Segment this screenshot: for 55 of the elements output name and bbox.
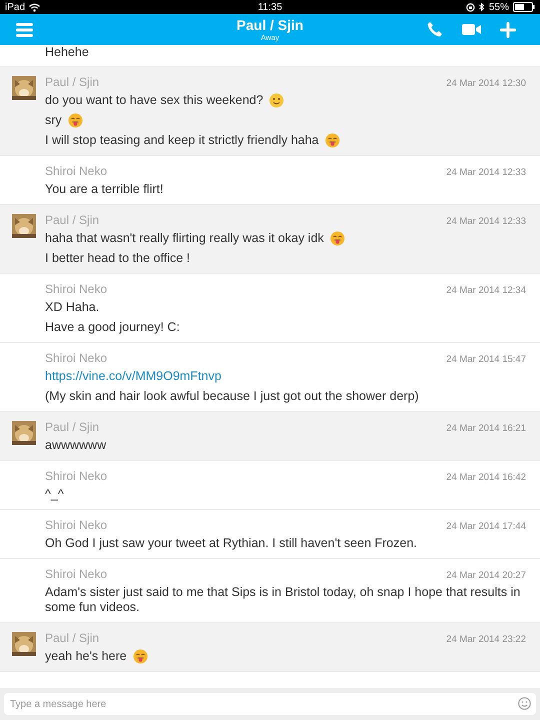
sender-name: Shiroi Neko [45,468,108,485]
battery-percent: 55% [488,2,509,12]
message-text: sry [45,113,62,128]
sender-name: Shiroi Neko [45,281,108,298]
message-text: I will stop teasing and keep it strictly friendly haha [45,133,319,148]
sender-name: Shiroi Neko [45,350,108,367]
sender-name: Paul / Sjin [45,630,100,647]
sender-name: Shiroi Neko [45,517,108,534]
sender-name: Paul / Sjin [45,419,100,436]
tongue-emoji-icon [132,649,148,664]
rotation-lock-icon [466,2,475,12]
message-time: 24 Mar 2014 12:33 [446,215,526,229]
message-time: 24 Mar 2014 12:34 [446,284,526,298]
sender-name: Paul / Sjin [45,212,100,229]
sender-name: Shiroi Neko [45,566,108,583]
device-name: iPad [5,2,26,12]
contact-name: Paul / Sjin [236,18,304,32]
message-text: You are a terrible flirt! [45,182,164,197]
clock-time: 11:35 [258,2,282,12]
wifi-icon [29,2,40,12]
message-link[interactable]: https://vine.co/v/MM9O9mFtnvp [45,369,222,384]
message-time: 24 Mar 2014 16:21 [446,422,526,436]
sender-name: Shiroi Neko [45,163,108,180]
message-text: (My skin and hair look awful because I just got out the shower derp) [45,389,419,404]
smiley-emoji-icon [269,93,284,108]
message-field[interactable]: Type a message here [4,693,536,715]
bluetooth-icon [478,2,485,12]
message-text: Hehehe [45,45,90,60]
message-time: 24 Mar 2014 12:30 [446,77,526,91]
message-time: 24 Mar 2014 15:47 [446,353,526,367]
message-text: awwwwww [45,438,106,453]
message-text: Have a good journey! C: [45,320,180,335]
message-text: Adam's sister just said to me that Sips is in Bristol today, oh snap I hope that results in some fun videos. [45,585,522,615]
message-text: haha that wasn't really flirting really was it okay idk [45,231,324,246]
emoji-icon[interactable] [518,697,531,710]
message-text: Oh God I just saw your tweet at Rythian. I still haven't seen Frozen. [45,536,418,551]
phone-icon[interactable] [427,21,444,38]
battery-icon [513,2,535,12]
video-camera-icon[interactable] [462,23,482,36]
message-text: do you want to have sex this weekend? [45,93,264,108]
message-text: ^_^ [45,487,64,502]
tongue-emoji-icon [68,113,83,128]
tongue-emoji-icon [324,133,340,148]
message-text: yeah he's here [45,649,127,664]
message-time: 24 Mar 2014 20:27 [446,569,526,583]
message-text: I better head to the office ! [45,251,190,266]
message-time: 24 Mar 2014 16:42 [446,471,526,485]
add-icon[interactable] [500,22,516,38]
message-time: 24 Mar 2014 12:33 [446,166,526,180]
sender-name: Paul / Sjin [45,74,100,91]
message-text: XD Haha. [45,300,100,315]
tongue-emoji-icon [330,231,345,246]
message-time: 24 Mar 2014 17:44 [446,520,526,534]
menu-icon[interactable] [16,22,33,36]
message-time: 24 Mar 2014 23:22 [446,633,526,647]
